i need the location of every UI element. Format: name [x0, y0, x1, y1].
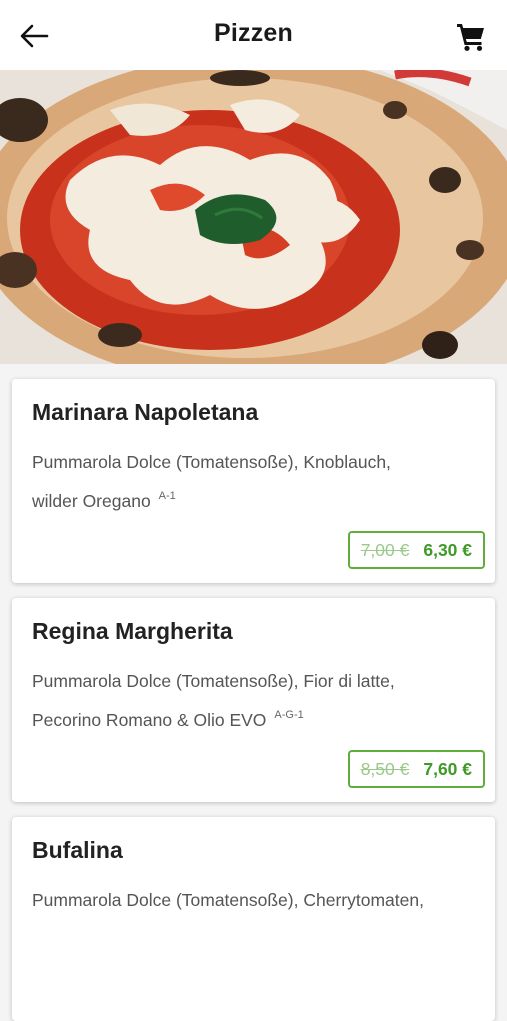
pizza-image — [0, 70, 507, 364]
app-header: Pizzen — [0, 0, 507, 70]
product-description: Pummarola Dolce (Tomatensoße), Knoblauch… — [32, 452, 391, 511]
price-button[interactable]: 8,50 € 7,60 € — [347, 750, 485, 788]
old-price: 8,50 € — [360, 758, 410, 779]
old-price: 7,00 € — [360, 539, 410, 560]
product-name: Marinara Napoletana — [32, 399, 259, 425]
arrow-left-icon — [20, 24, 49, 48]
back-button[interactable] — [14, 18, 54, 54]
current-price: 6,30 € — [423, 539, 472, 560]
product-card-margherita[interactable]: Regina Margherita Pummarola Dolce (Tomat… — [12, 598, 495, 802]
price-button[interactable]: 7,00 € 6,30 € — [347, 531, 485, 569]
cart-button[interactable] — [450, 16, 492, 56]
allergen-codes: A-1 — [158, 490, 176, 502]
page-title: Pizzen — [214, 19, 293, 47]
product-description: Pummarola Dolce (Tomatensoße), Fior di l… — [32, 671, 395, 730]
product-card-marinara[interactable]: Marinara Napoletana Pummarola Dolce (Tom… — [12, 379, 495, 583]
product-name: Bufalina — [32, 837, 123, 863]
product-description: Pummarola Dolce (Tomatensoße), Cherrytom… — [32, 890, 424, 910]
current-price: 7,60 € — [423, 758, 472, 779]
shopping-cart-icon — [457, 24, 484, 51]
hero-image — [0, 70, 507, 364]
allergen-codes: A-G-1 — [274, 709, 304, 721]
product-name: Regina Margherita — [32, 618, 233, 644]
product-card-bufalina[interactable]: Bufalina Pummarola Dolce (Tomatensoße), … — [12, 817, 495, 1021]
